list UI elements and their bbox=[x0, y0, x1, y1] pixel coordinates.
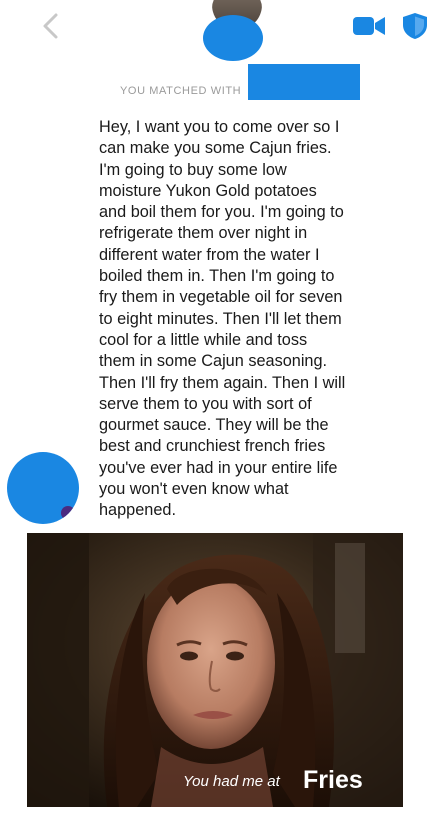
sender-avatar[interactable] bbox=[7, 452, 79, 524]
match-avatar-redaction bbox=[203, 15, 263, 61]
match-banner: YOU MATCHED WITH bbox=[0, 64, 435, 102]
video-camera-icon bbox=[353, 17, 385, 35]
gif-caption-highlight: Fries bbox=[303, 766, 363, 794]
back-button[interactable] bbox=[38, 10, 66, 42]
gif-caption: You had me at bbox=[183, 773, 280, 790]
video-call-button[interactable] bbox=[352, 14, 386, 38]
sender-avatar-photo-edge bbox=[61, 506, 75, 520]
match-name-redaction bbox=[248, 64, 360, 100]
chevron-left-icon bbox=[43, 13, 58, 39]
message-text: Hey, I want you to come over so I can ma… bbox=[99, 118, 346, 520]
safety-button[interactable] bbox=[402, 12, 428, 40]
shield-icon bbox=[403, 13, 427, 39]
chat-header bbox=[0, 0, 435, 61]
match-banner-text: YOU MATCHED WITH bbox=[120, 85, 242, 97]
message-bubble[interactable]: Hey, I want you to come over so I can ma… bbox=[85, 110, 385, 526]
